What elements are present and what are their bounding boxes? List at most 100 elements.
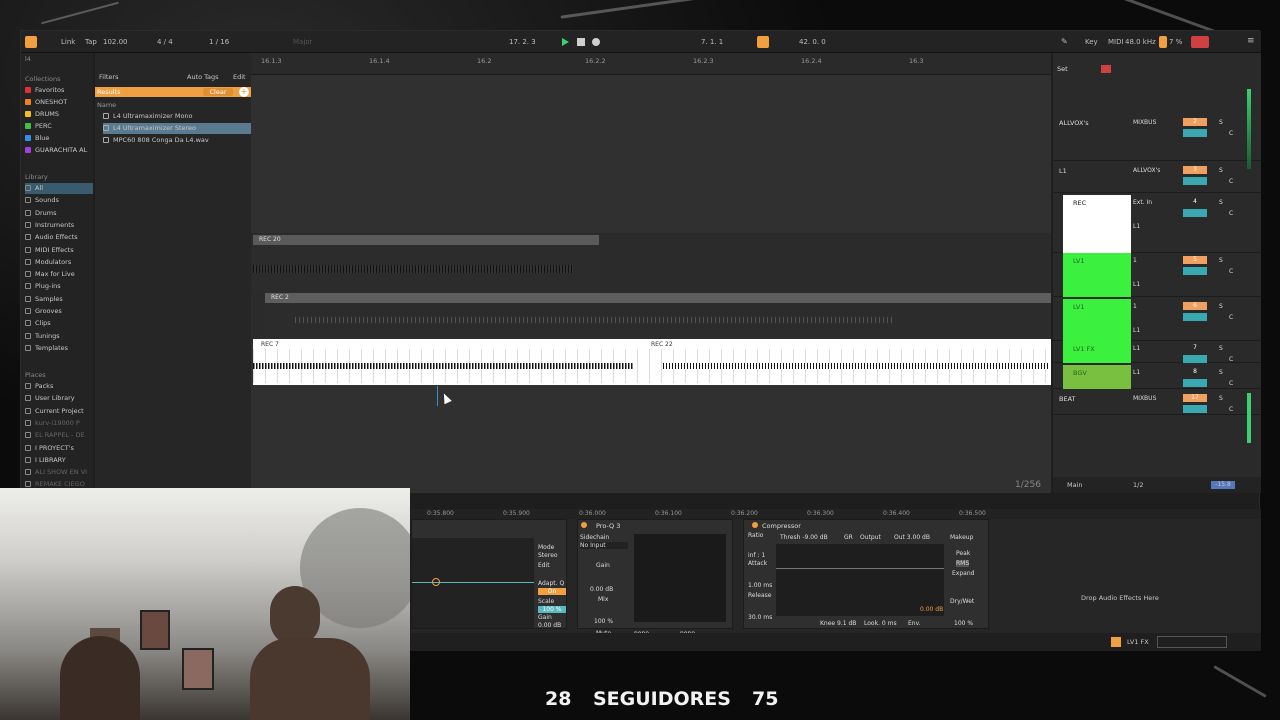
mini-overview[interactable] [1157, 636, 1227, 648]
knee-value[interactable]: Knee 9.1 dB [820, 620, 856, 627]
cue-button[interactable]: C [1229, 178, 1233, 185]
set-button[interactable]: Set [1057, 65, 1068, 73]
edit-button[interactable]: Edit [233, 73, 246, 81]
library-item[interactable]: Modulators [25, 257, 93, 268]
cue-button[interactable]: C [1229, 268, 1233, 275]
track-name[interactable]: ALLVOX's [1059, 119, 1089, 127]
release-value[interactable]: 30.0 ms [748, 614, 772, 621]
track-header[interactable]: LV1 1 L1 6 S C [1053, 299, 1261, 341]
place-item[interactable]: User Library [25, 393, 93, 404]
track-number[interactable]: 17 [1183, 394, 1207, 402]
solo-button[interactable]: S [1219, 303, 1223, 310]
track-number[interactable]: 7 [1183, 344, 1207, 352]
collection-item[interactable]: ONESHOT [25, 97, 93, 108]
ratio-value[interactable]: inf : 1 [748, 552, 765, 559]
track-volume[interactable] [1183, 177, 1207, 185]
track-routing[interactable]: MIXBUS [1133, 119, 1156, 126]
track-number[interactable]: 4 [1183, 198, 1207, 206]
track-number[interactable]: 8 [1183, 368, 1207, 376]
mix-value[interactable]: 100 % [594, 618, 613, 625]
clip-rec2[interactable]: REC 2 [265, 293, 1051, 303]
compressor-device[interactable]: Compressor Thresh -9.00 dB GR Output Out… [743, 519, 989, 629]
clip-rec2-waveform[interactable] [265, 303, 1051, 339]
track-input-channel[interactable]: L1 [1133, 223, 1140, 230]
track-header[interactable]: REC Ext. In L1 4 S C [1053, 195, 1261, 253]
track-header[interactable]: LV1 FX L1 7 S C [1053, 341, 1261, 363]
main-track[interactable]: 1/256 Main 1/2 -15.8 [1015, 477, 1261, 493]
gain-value[interactable]: 0.00 dB [538, 622, 561, 629]
cue-button[interactable]: C [1229, 210, 1233, 217]
rms-button[interactable]: RMS [956, 560, 970, 567]
link-button[interactable]: Link [61, 38, 75, 46]
edit-label[interactable]: Edit [538, 562, 550, 569]
key-map-button[interactable]: Key [1085, 38, 1098, 46]
collection-item[interactable]: GUARACHITA AL [25, 145, 93, 156]
track-input-channel[interactable]: L1 [1133, 281, 1140, 288]
place-item[interactable]: I LIBRARY [25, 455, 93, 466]
device-on-icon[interactable] [581, 522, 587, 528]
scale-value[interactable]: 100 % [538, 606, 566, 613]
library-item[interactable]: Sounds [25, 195, 93, 206]
main-volume[interactable]: -15.8 [1211, 481, 1235, 489]
track-name[interactable]: BEAT [1059, 395, 1075, 403]
loop-toggle-button[interactable] [757, 36, 769, 48]
cue-button[interactable]: C [1229, 130, 1233, 137]
play-icon[interactable] [562, 38, 569, 46]
library-item[interactable]: MIDI Effects [25, 245, 93, 256]
track-volume[interactable] [1183, 379, 1207, 387]
main-output[interactable]: 1/2 [1133, 481, 1143, 489]
meter-field[interactable]: 4 / 4 [157, 38, 173, 46]
cue-button[interactable]: C [1229, 406, 1233, 413]
track-name[interactable]: L1 [1059, 167, 1067, 175]
library-item[interactable]: Plug-ins [25, 281, 93, 292]
tap-button[interactable]: Tap [85, 38, 97, 46]
track-number[interactable]: 2 [1183, 118, 1207, 126]
selected-track-lane[interactable]: REC 7 REC 22 [253, 339, 1051, 385]
clip-rec20[interactable]: REC 20 [253, 235, 599, 245]
result-item[interactable]: L4 Ultramaximizer Mono [103, 111, 251, 122]
track-number[interactable]: 5 [1183, 256, 1207, 264]
library-item[interactable]: Clips [25, 318, 93, 329]
compressor-display[interactable] [776, 544, 944, 616]
place-item[interactable]: ALI SHOW EN VI [25, 467, 93, 478]
search-input-label[interactable]: l4 [25, 55, 31, 63]
quantize-menu[interactable]: 1 / 16 [209, 38, 229, 46]
clip-rec20-waveform[interactable] [253, 245, 599, 293]
track-volume[interactable] [1183, 355, 1207, 363]
solo-button[interactable]: S [1219, 167, 1223, 174]
add-icon[interactable]: + [239, 87, 249, 97]
attack-value[interactable]: 1.00 ms [748, 582, 772, 589]
sidechain-input[interactable]: No Input [580, 542, 628, 549]
place-item[interactable]: I PROYECT's [25, 443, 93, 454]
track-routing[interactable]: 1 [1133, 303, 1137, 310]
output-value[interactable]: Out 3.00 dB [894, 534, 930, 541]
browser-toggle-button[interactable] [25, 36, 37, 48]
result-item[interactable]: MPC60 808 Conga Da L4.wav [103, 135, 251, 146]
library-item[interactable]: Drums [25, 208, 93, 219]
clear-button[interactable]: Clear [203, 88, 233, 96]
library-item[interactable]: Grooves [25, 306, 93, 317]
solo-button[interactable]: S [1219, 345, 1223, 352]
arrangement-position[interactable]: 17. 2. 3 [509, 38, 536, 46]
track-routing[interactable]: MIXBUS [1133, 395, 1156, 402]
solo-button[interactable]: S [1219, 119, 1223, 126]
scale-menu[interactable]: Major [293, 38, 312, 46]
makeup-button[interactable]: Makeup [950, 534, 973, 541]
library-item[interactable]: Samples [25, 294, 93, 305]
track-header[interactable]: BGV L1 8 S C [1053, 365, 1261, 389]
proq3-device[interactable]: Pro-Q 3 Sidechain No Input Gain 0.00 dB … [577, 519, 733, 637]
track-volume[interactable] [1183, 267, 1207, 275]
result-item[interactable]: L4 Ultramaximizer Stereo [103, 123, 251, 134]
track-name[interactable]: BGV [1073, 369, 1087, 377]
proq3-display[interactable] [634, 534, 726, 622]
track-number[interactable]: 6 [1183, 302, 1207, 310]
expand-button[interactable]: Expand [952, 570, 974, 577]
track-routing[interactable]: L1 [1133, 345, 1140, 352]
track-volume[interactable] [1183, 313, 1207, 321]
track-name[interactable]: LV1 [1073, 303, 1085, 311]
track-volume[interactable] [1183, 129, 1207, 137]
loop-start-field[interactable]: 7. 1. 1 [701, 38, 723, 46]
track-header[interactable]: L1 ALLVOX's 3 S C [1053, 163, 1261, 193]
record-icon[interactable] [592, 38, 600, 46]
tempo-field[interactable]: 102.00 [103, 38, 128, 46]
